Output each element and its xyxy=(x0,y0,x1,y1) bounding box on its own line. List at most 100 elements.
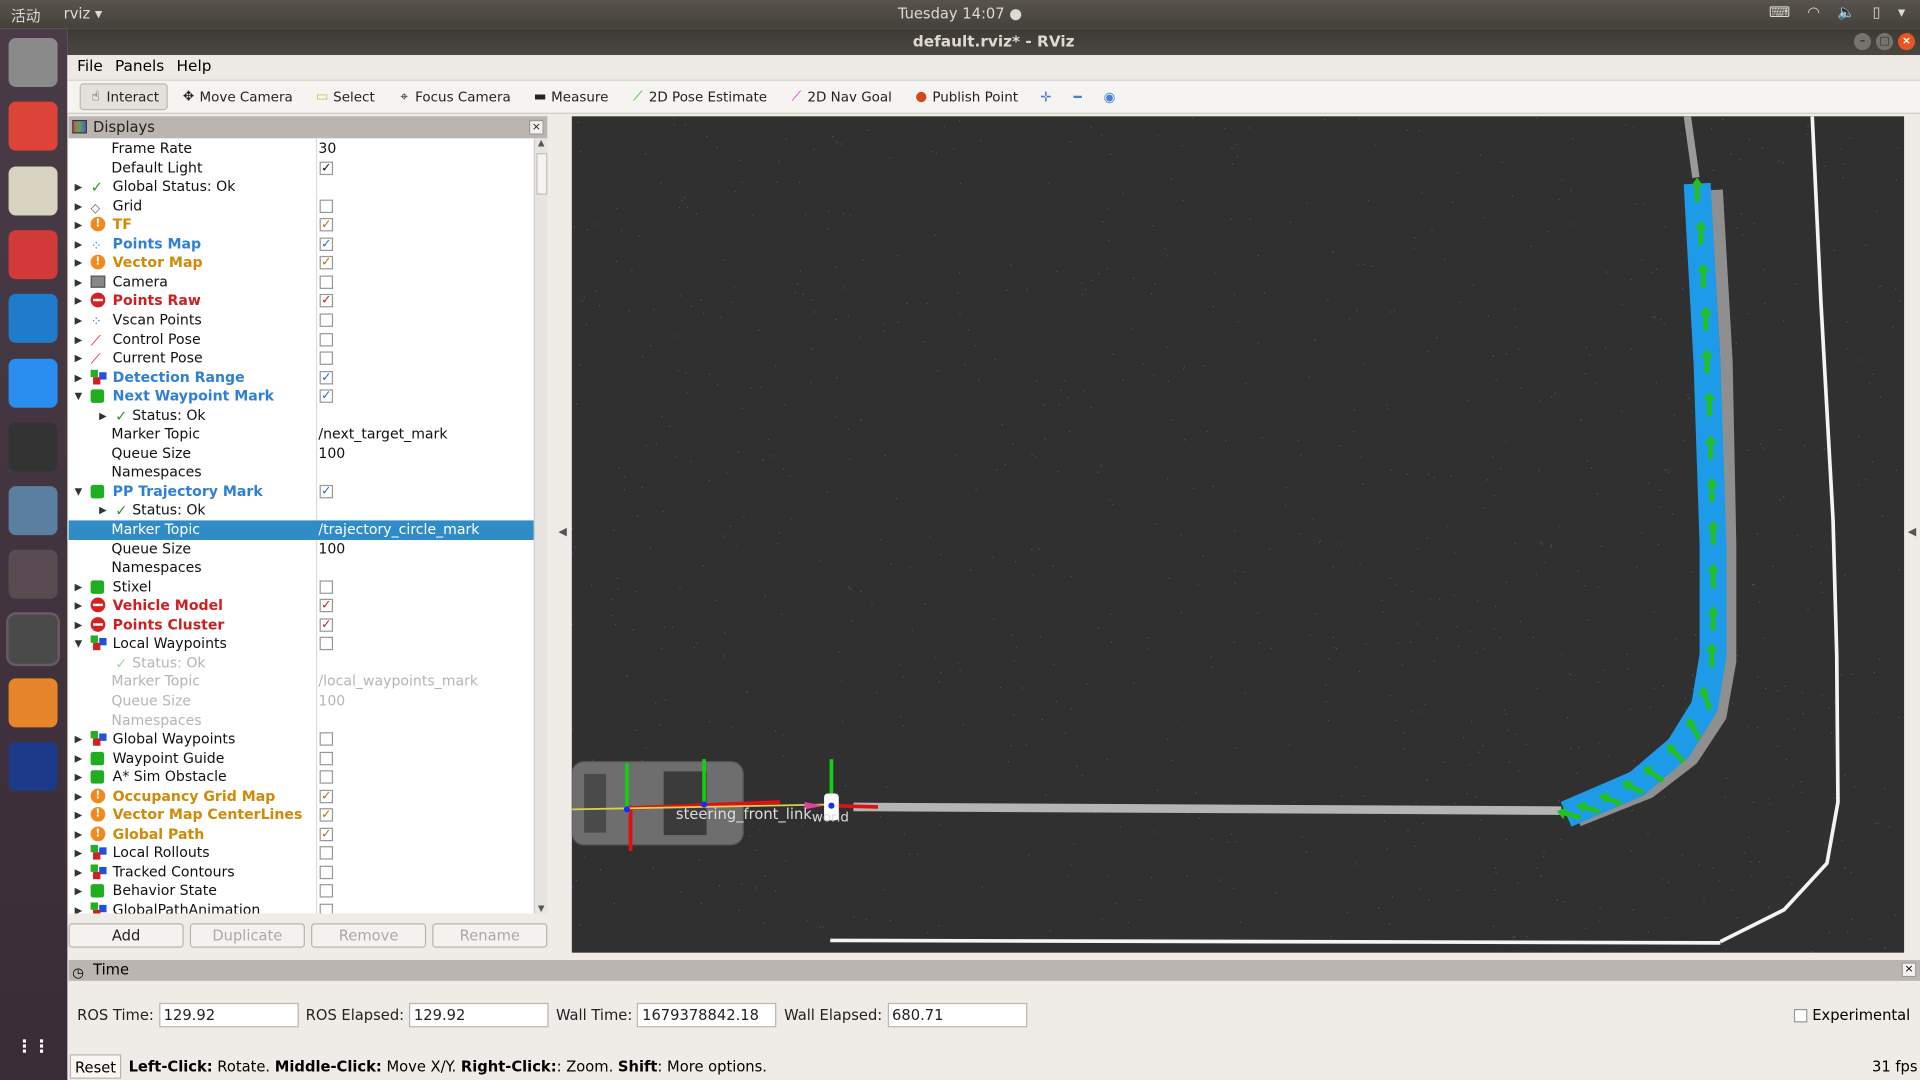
minimize-button[interactable]: – xyxy=(1853,33,1872,51)
rename-button[interactable]: Rename xyxy=(432,923,548,948)
display-row-pp-trajectory-mark[interactable]: ▼ PP Trajectory Mark ✓ xyxy=(69,482,534,501)
display-enable-checkbox[interactable]: ✓ xyxy=(319,161,334,175)
display-enable-checkbox[interactable] xyxy=(319,199,334,213)
collapse-right-handle[interactable]: ◀ xyxy=(1908,527,1916,539)
display-enable-checkbox[interactable]: ✓ xyxy=(319,484,334,499)
keyboard-icon[interactable]: ⌨ xyxy=(1769,4,1790,21)
tool-focus-camera[interactable]: ⌖ Focus Camera xyxy=(388,83,519,110)
display-row-vector-map-centerlines[interactable]: ▶! Vector Map CenterLines ✓ xyxy=(69,806,534,825)
display-row-queue-size[interactable]: Queue Size 100 xyxy=(69,444,534,463)
dock-rviz-icon[interactable] xyxy=(6,611,61,666)
display-enable-checkbox[interactable] xyxy=(319,351,334,365)
system-tray[interactable]: ⌨ ◠ 🔈 ▯ ▾ xyxy=(1769,4,1905,21)
wifi-icon[interactable]: ◠ xyxy=(1807,4,1820,21)
display-row-grid[interactable]: ▶ ◇ Grid xyxy=(69,197,534,216)
tool-select[interactable]: ▭ Select xyxy=(306,83,383,110)
tool-measure[interactable]: ▬ Measure xyxy=(524,83,617,110)
close-time-panel-button[interactable]: × xyxy=(1901,962,1917,978)
display-row-next-waypoint-mark[interactable]: ▼ Next Waypoint Mark ✓ xyxy=(69,387,534,406)
menu-file[interactable]: File xyxy=(77,55,103,79)
display-row-status-ok[interactable]: ▶ ✓ Status: Ok xyxy=(69,406,534,425)
display-row-points-map[interactable]: ▶ ⁘ Points Map ✓ xyxy=(69,235,534,254)
battery-icon[interactable]: ▯ xyxy=(1873,4,1881,21)
volume-muted-icon[interactable]: 🔈 xyxy=(1837,4,1855,21)
display-row-global-waypoints[interactable]: ▶ Global Waypoints xyxy=(69,730,534,749)
dock-files-icon[interactable] xyxy=(8,37,58,87)
tool-2d-pose-estimate[interactable]: ⟋ 2D Pose Estimate xyxy=(622,83,776,110)
display-row-value[interactable]: 30 xyxy=(318,140,336,159)
display-row-vscan-points[interactable]: ▶ ⁘ Vscan Points xyxy=(69,311,534,330)
collapsed-arrow-icon[interactable]: ▶ xyxy=(72,787,84,806)
display-row-detection-range[interactable]: ▶ Detection Range ✓ xyxy=(69,368,534,387)
display-enable-checkbox[interactable]: ✓ xyxy=(319,389,334,404)
expanded-arrow-icon[interactable]: ▼ xyxy=(72,635,84,654)
dock-terminal-icon[interactable] xyxy=(8,422,58,472)
collapsed-arrow-icon[interactable]: ▶ xyxy=(97,501,109,520)
experimental-checkbox[interactable] xyxy=(1793,1008,1808,1023)
display-enable-checkbox[interactable] xyxy=(319,275,334,289)
3d-viewport[interactable]: steering_front_link world xyxy=(571,115,1906,953)
display-enable-checkbox[interactable]: ✓ xyxy=(319,370,334,384)
scrollbar-thumb[interactable] xyxy=(536,153,548,195)
display-row-global-path[interactable]: ▶! Global Path ✓ xyxy=(69,825,534,844)
collapsed-arrow-icon[interactable]: ▶ xyxy=(72,730,84,749)
display-row-queue-size[interactable]: Queue Size 100 xyxy=(69,539,534,558)
display-enable-checkbox[interactable] xyxy=(319,332,334,346)
dock-chrome-icon[interactable] xyxy=(8,101,58,151)
collapsed-arrow-icon[interactable]: ▶ xyxy=(72,330,84,349)
dock-terminal-red-icon[interactable] xyxy=(8,230,58,280)
collapsed-arrow-icon[interactable]: ▶ xyxy=(72,597,84,616)
display-enable-checkbox[interactable] xyxy=(319,770,334,784)
wall-elapsed-field[interactable]: 680.71 xyxy=(887,1002,1027,1028)
display-row-points-raw[interactable]: ▶ Points Raw ✓ xyxy=(69,292,534,311)
dock-viewer-icon[interactable] xyxy=(8,486,58,536)
display-row-tf[interactable]: ▶! TF ✓ xyxy=(69,216,534,235)
display-row-default-light[interactable]: Default Light ✓ xyxy=(69,159,534,178)
display-row-behavior-state[interactable]: ▶ Behavior State xyxy=(69,882,534,901)
menu-help[interactable]: Help xyxy=(177,55,212,79)
dock-vscode-icon[interactable] xyxy=(8,294,58,344)
display-enable-checkbox[interactable] xyxy=(319,732,334,746)
display-row-value[interactable]: /trajectory_circle_mark xyxy=(318,520,479,539)
collapsed-arrow-icon[interactable]: ▶ xyxy=(72,197,84,216)
display-row-value[interactable]: 100 xyxy=(318,692,345,711)
display-row-marker-topic[interactable]: Marker Topic/trajectory_circle_mark xyxy=(68,520,534,540)
display-row-marker-topic[interactable]: Marker Topic/local_waypoints_mark xyxy=(69,673,534,692)
display-row-tracked-contours[interactable]: ▶ Tracked Contours xyxy=(69,863,534,882)
display-row-value[interactable]: 100 xyxy=(318,539,345,558)
display-row-value[interactable]: /local_waypoints_mark xyxy=(318,673,478,692)
display-row-vehicle-model[interactable]: ▶ Vehicle Model ✓ xyxy=(69,597,534,616)
display-enable-checkbox[interactable]: ✓ xyxy=(319,808,334,822)
show-applications-icon[interactable]: ⋮⋮ xyxy=(9,1022,58,1071)
render-scene[interactable]: steering_front_link world xyxy=(571,115,1906,953)
collapsed-arrow-icon[interactable]: ▶ xyxy=(72,616,84,635)
tool-interact[interactable]: ☝ Interact xyxy=(79,83,168,111)
display-enable-checkbox[interactable] xyxy=(319,637,334,651)
collapsed-arrow-icon[interactable]: ▶ xyxy=(72,578,84,597)
collapsed-arrow-icon[interactable]: ▶ xyxy=(72,844,84,863)
clock[interactable]: Tuesday 14:07 ● xyxy=(0,5,1920,22)
tool-2d-nav-goal[interactable]: ⟋ 2D Nav Goal xyxy=(780,83,900,110)
collapsed-arrow-icon[interactable]: ▶ xyxy=(72,901,84,914)
display-row-local-rollouts[interactable]: ▶ Local Rollouts xyxy=(69,844,534,863)
collapsed-arrow-icon[interactable]: ▶ xyxy=(72,882,84,901)
collapsed-arrow-icon[interactable]: ▶ xyxy=(72,311,84,330)
display-enable-checkbox[interactable]: ✓ xyxy=(319,218,334,232)
display-enable-checkbox[interactable] xyxy=(319,751,334,765)
display-enable-checkbox[interactable]: ✓ xyxy=(319,256,334,270)
display-row-occupancy-grid-map[interactable]: ▶! Occupancy Grid Map ✓ xyxy=(69,787,534,806)
display-row-marker-topic[interactable]: Marker Topic/next_target_mark xyxy=(69,425,534,444)
tool-move-camera[interactable]: ✥ Move Camera xyxy=(173,83,302,110)
display-row-value[interactable]: 100 xyxy=(318,444,345,463)
collapsed-arrow-icon[interactable]: ▶ xyxy=(72,749,84,768)
display-row-namespaces[interactable]: Namespaces xyxy=(69,463,534,482)
maximize-button[interactable]: □ xyxy=(1875,33,1894,51)
display-enable-checkbox[interactable]: ✓ xyxy=(319,789,334,803)
zoom-out-icon[interactable]: ━ xyxy=(1065,83,1090,110)
add-button[interactable]: Add xyxy=(68,923,184,948)
collapsed-arrow-icon[interactable]: ▶ xyxy=(72,235,84,254)
collapsed-arrow-icon[interactable]: ▶ xyxy=(72,349,84,368)
display-row-local-waypoints[interactable]: ▼ Local Waypoints xyxy=(69,635,534,654)
expanded-arrow-icon[interactable]: ▼ xyxy=(72,482,84,501)
duplicate-button[interactable]: Duplicate xyxy=(189,923,305,948)
